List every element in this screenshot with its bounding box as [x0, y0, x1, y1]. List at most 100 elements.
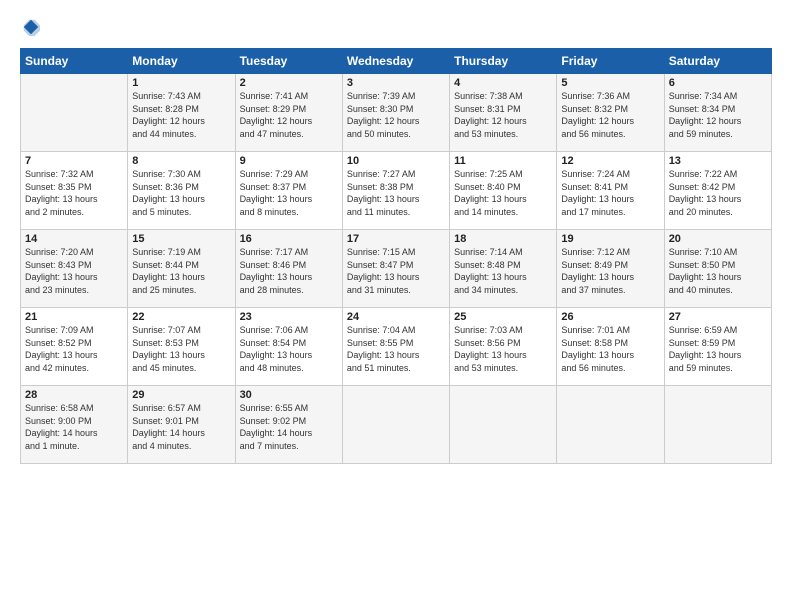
- calendar-cell: 15Sunrise: 7:19 AM Sunset: 8:44 PM Dayli…: [128, 230, 235, 308]
- cell-info: Sunrise: 7:01 AM Sunset: 8:58 PM Dayligh…: [561, 324, 659, 374]
- calendar-cell: 27Sunrise: 6:59 AM Sunset: 8:59 PM Dayli…: [664, 308, 771, 386]
- calendar-cell: 13Sunrise: 7:22 AM Sunset: 8:42 PM Dayli…: [664, 152, 771, 230]
- weekday-header: Tuesday: [235, 49, 342, 74]
- calendar-cell: 23Sunrise: 7:06 AM Sunset: 8:54 PM Dayli…: [235, 308, 342, 386]
- cell-info: Sunrise: 7:34 AM Sunset: 8:34 PM Dayligh…: [669, 90, 767, 140]
- cell-info: Sunrise: 7:15 AM Sunset: 8:47 PM Dayligh…: [347, 246, 445, 296]
- calendar-cell: [450, 386, 557, 464]
- calendar-cell: 9Sunrise: 7:29 AM Sunset: 8:37 PM Daylig…: [235, 152, 342, 230]
- cell-info: Sunrise: 7:29 AM Sunset: 8:37 PM Dayligh…: [240, 168, 338, 218]
- cell-info: Sunrise: 6:58 AM Sunset: 9:00 PM Dayligh…: [25, 402, 123, 452]
- day-number: 17: [347, 233, 445, 245]
- day-number: 10: [347, 155, 445, 167]
- cell-info: Sunrise: 7:17 AM Sunset: 8:46 PM Dayligh…: [240, 246, 338, 296]
- cell-info: Sunrise: 7:19 AM Sunset: 8:44 PM Dayligh…: [132, 246, 230, 296]
- calendar-cell: 7Sunrise: 7:32 AM Sunset: 8:35 PM Daylig…: [21, 152, 128, 230]
- day-number: 25: [454, 311, 552, 323]
- day-number: 3: [347, 77, 445, 89]
- calendar-cell: 5Sunrise: 7:36 AM Sunset: 8:32 PM Daylig…: [557, 74, 664, 152]
- day-number: 14: [25, 233, 123, 245]
- calendar-week-row: 1Sunrise: 7:43 AM Sunset: 8:28 PM Daylig…: [21, 74, 772, 152]
- calendar-cell: 14Sunrise: 7:20 AM Sunset: 8:43 PM Dayli…: [21, 230, 128, 308]
- day-number: 5: [561, 77, 659, 89]
- cell-info: Sunrise: 7:32 AM Sunset: 8:35 PM Dayligh…: [25, 168, 123, 218]
- day-number: 24: [347, 311, 445, 323]
- calendar-cell: 26Sunrise: 7:01 AM Sunset: 8:58 PM Dayli…: [557, 308, 664, 386]
- calendar-table: SundayMondayTuesdayWednesdayThursdayFrid…: [20, 48, 772, 464]
- cell-info: Sunrise: 7:12 AM Sunset: 8:49 PM Dayligh…: [561, 246, 659, 296]
- day-number: 30: [240, 389, 338, 401]
- cell-info: Sunrise: 7:22 AM Sunset: 8:42 PM Dayligh…: [669, 168, 767, 218]
- cell-info: Sunrise: 7:20 AM Sunset: 8:43 PM Dayligh…: [25, 246, 123, 296]
- calendar-cell: 19Sunrise: 7:12 AM Sunset: 8:49 PM Dayli…: [557, 230, 664, 308]
- cell-info: Sunrise: 7:07 AM Sunset: 8:53 PM Dayligh…: [132, 324, 230, 374]
- calendar-cell: 8Sunrise: 7:30 AM Sunset: 8:36 PM Daylig…: [128, 152, 235, 230]
- calendar-cell: 12Sunrise: 7:24 AM Sunset: 8:41 PM Dayli…: [557, 152, 664, 230]
- day-number: 4: [454, 77, 552, 89]
- day-number: 12: [561, 155, 659, 167]
- day-number: 11: [454, 155, 552, 167]
- cell-info: Sunrise: 7:38 AM Sunset: 8:31 PM Dayligh…: [454, 90, 552, 140]
- calendar-cell: 16Sunrise: 7:17 AM Sunset: 8:46 PM Dayli…: [235, 230, 342, 308]
- calendar-week-row: 21Sunrise: 7:09 AM Sunset: 8:52 PM Dayli…: [21, 308, 772, 386]
- cell-info: Sunrise: 6:59 AM Sunset: 8:59 PM Dayligh…: [669, 324, 767, 374]
- cell-info: Sunrise: 7:09 AM Sunset: 8:52 PM Dayligh…: [25, 324, 123, 374]
- day-number: 18: [454, 233, 552, 245]
- day-number: 7: [25, 155, 123, 167]
- calendar-cell: 28Sunrise: 6:58 AM Sunset: 9:00 PM Dayli…: [21, 386, 128, 464]
- calendar-week-row: 7Sunrise: 7:32 AM Sunset: 8:35 PM Daylig…: [21, 152, 772, 230]
- logo: [20, 18, 40, 36]
- day-number: 9: [240, 155, 338, 167]
- calendar-cell: 18Sunrise: 7:14 AM Sunset: 8:48 PM Dayli…: [450, 230, 557, 308]
- weekday-header: Saturday: [664, 49, 771, 74]
- calendar-cell: 30Sunrise: 6:55 AM Sunset: 9:02 PM Dayli…: [235, 386, 342, 464]
- cell-info: Sunrise: 7:04 AM Sunset: 8:55 PM Dayligh…: [347, 324, 445, 374]
- cell-info: Sunrise: 7:27 AM Sunset: 8:38 PM Dayligh…: [347, 168, 445, 218]
- cell-info: Sunrise: 7:41 AM Sunset: 8:29 PM Dayligh…: [240, 90, 338, 140]
- day-number: 27: [669, 311, 767, 323]
- cell-info: Sunrise: 6:55 AM Sunset: 9:02 PM Dayligh…: [240, 402, 338, 452]
- day-number: 8: [132, 155, 230, 167]
- day-number: 15: [132, 233, 230, 245]
- cell-info: Sunrise: 7:14 AM Sunset: 8:48 PM Dayligh…: [454, 246, 552, 296]
- cell-info: Sunrise: 7:10 AM Sunset: 8:50 PM Dayligh…: [669, 246, 767, 296]
- page: SundayMondayTuesdayWednesdayThursdayFrid…: [0, 0, 792, 474]
- day-number: 13: [669, 155, 767, 167]
- cell-info: Sunrise: 7:06 AM Sunset: 8:54 PM Dayligh…: [240, 324, 338, 374]
- calendar-cell: 17Sunrise: 7:15 AM Sunset: 8:47 PM Dayli…: [342, 230, 449, 308]
- cell-info: Sunrise: 6:57 AM Sunset: 9:01 PM Dayligh…: [132, 402, 230, 452]
- day-number: 16: [240, 233, 338, 245]
- weekday-header: Sunday: [21, 49, 128, 74]
- calendar-cell: 2Sunrise: 7:41 AM Sunset: 8:29 PM Daylig…: [235, 74, 342, 152]
- calendar-cell: 4Sunrise: 7:38 AM Sunset: 8:31 PM Daylig…: [450, 74, 557, 152]
- calendar-cell: 25Sunrise: 7:03 AM Sunset: 8:56 PM Dayli…: [450, 308, 557, 386]
- cell-info: Sunrise: 7:03 AM Sunset: 8:56 PM Dayligh…: [454, 324, 552, 374]
- weekday-header: Monday: [128, 49, 235, 74]
- calendar-cell: 21Sunrise: 7:09 AM Sunset: 8:52 PM Dayli…: [21, 308, 128, 386]
- cell-info: Sunrise: 7:36 AM Sunset: 8:32 PM Dayligh…: [561, 90, 659, 140]
- calendar-cell: [664, 386, 771, 464]
- logo-icon: [22, 18, 40, 36]
- day-number: 1: [132, 77, 230, 89]
- calendar-cell: [21, 74, 128, 152]
- calendar-cell: 11Sunrise: 7:25 AM Sunset: 8:40 PM Dayli…: [450, 152, 557, 230]
- cell-info: Sunrise: 7:39 AM Sunset: 8:30 PM Dayligh…: [347, 90, 445, 140]
- weekday-header: Thursday: [450, 49, 557, 74]
- calendar-cell: 24Sunrise: 7:04 AM Sunset: 8:55 PM Dayli…: [342, 308, 449, 386]
- calendar-cell: 1Sunrise: 7:43 AM Sunset: 8:28 PM Daylig…: [128, 74, 235, 152]
- calendar-cell: 20Sunrise: 7:10 AM Sunset: 8:50 PM Dayli…: [664, 230, 771, 308]
- calendar-week-row: 14Sunrise: 7:20 AM Sunset: 8:43 PM Dayli…: [21, 230, 772, 308]
- calendar-cell: [557, 386, 664, 464]
- calendar-cell: [342, 386, 449, 464]
- calendar-header-row: SundayMondayTuesdayWednesdayThursdayFrid…: [21, 49, 772, 74]
- cell-info: Sunrise: 7:43 AM Sunset: 8:28 PM Dayligh…: [132, 90, 230, 140]
- day-number: 26: [561, 311, 659, 323]
- calendar-cell: 22Sunrise: 7:07 AM Sunset: 8:53 PM Dayli…: [128, 308, 235, 386]
- calendar-cell: 6Sunrise: 7:34 AM Sunset: 8:34 PM Daylig…: [664, 74, 771, 152]
- day-number: 28: [25, 389, 123, 401]
- day-number: 20: [669, 233, 767, 245]
- day-number: 21: [25, 311, 123, 323]
- calendar-cell: 29Sunrise: 6:57 AM Sunset: 9:01 PM Dayli…: [128, 386, 235, 464]
- day-number: 6: [669, 77, 767, 89]
- weekday-header: Friday: [557, 49, 664, 74]
